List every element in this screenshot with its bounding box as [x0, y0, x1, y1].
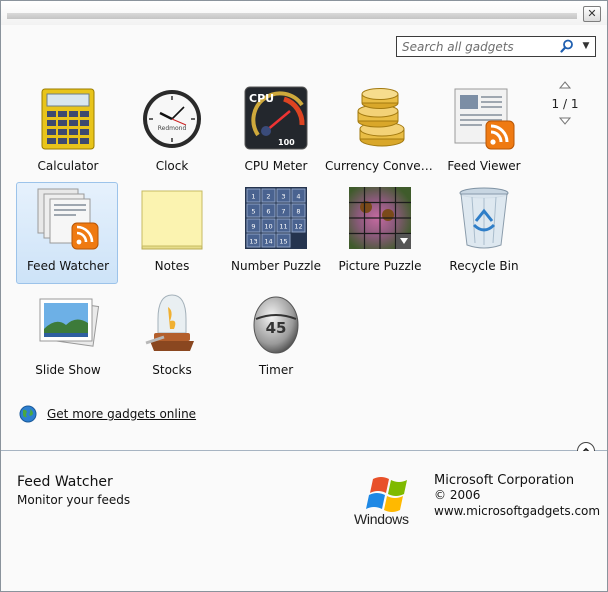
title-bar[interactable]: ✕: [1, 1, 607, 25]
gadget-label: Currency Convers...: [325, 159, 435, 173]
number-puzzle-tile: 6: [261, 203, 276, 218]
gadget-label: Notes: [154, 259, 190, 273]
search-input[interactable]: [397, 37, 558, 56]
page-up-chevron-icon[interactable]: [559, 81, 571, 89]
gadget-clock[interactable]: Redmond Clock: [120, 82, 222, 184]
close-button[interactable]: ✕: [583, 6, 601, 22]
svg-text:14: 14: [264, 238, 272, 246]
search-icon[interactable]: [560, 39, 574, 53]
gadget-details-panel: Feed Watcher Monitor your feeds Windows …: [1, 451, 607, 591]
svg-text:8: 8: [296, 208, 300, 216]
gadget-feed-viewer[interactable]: Feed Viewer: [432, 82, 534, 184]
number-puzzle-tile: 3: [276, 188, 291, 203]
gadget-label: Feed Viewer: [447, 159, 521, 173]
gadget-notes[interactable]: Notes: [120, 182, 222, 284]
svg-text:10: 10: [264, 223, 272, 231]
feed-viewer-icon: [454, 88, 515, 150]
gadget-recycle-bin[interactable]: Recycle Bin: [432, 182, 534, 284]
gadget-cpu-meter[interactable]: CPU 100 CPU Meter: [224, 82, 326, 184]
number-puzzle-tile: 2: [261, 188, 276, 203]
timer-value: 45: [266, 319, 287, 337]
gadget-label: Number Puzzle: [231, 259, 321, 273]
svg-text:4: 4: [296, 193, 300, 201]
gadget-gallery-window: ✕ ▼ 1 / 1 Calculator: [0, 0, 608, 592]
svg-text:3: 3: [281, 193, 285, 201]
gadget-label: Slide Show: [35, 363, 101, 377]
gadget-currency-converter[interactable]: Currency Convers...: [325, 82, 435, 184]
gadget-calculator[interactable]: Calculator: [16, 82, 118, 184]
number-puzzle-tile: 11: [276, 218, 291, 233]
number-puzzle-tile: 10: [261, 218, 276, 233]
gadget-number-puzzle[interactable]: 1 2 3 4 5 6 7 8 9 10 11 12 13 14 15 Number Puzzle: [224, 182, 326, 284]
gadget-publisher: Microsoft Corporation: [434, 473, 575, 488]
svg-text:15: 15: [279, 238, 287, 246]
number-puzzle-tile: 8: [291, 203, 306, 218]
gadget-website: www.microsoftgadgets.com: [434, 504, 601, 518]
svg-text:7: 7: [281, 208, 285, 216]
svg-text:5: 5: [251, 208, 255, 216]
clock-icon: Redmond: [143, 90, 201, 148]
timer-icon: 45: [253, 296, 299, 354]
svg-text:2: 2: [266, 193, 270, 201]
svg-text:11: 11: [279, 223, 287, 231]
clock-brand-text: Redmond: [158, 125, 187, 132]
cpu-meter-icon: CPU 100: [244, 86, 308, 150]
gadget-label: Timer: [258, 363, 294, 377]
gadget-label: CPU Meter: [244, 159, 308, 173]
cpu-meter-value: 100: [278, 138, 295, 147]
number-puzzle-tile: 13: [246, 233, 261, 248]
calculator-icon: [41, 88, 95, 150]
gadget-picture-puzzle[interactable]: Picture Puzzle: [328, 182, 430, 284]
svg-text:13: 13: [249, 238, 257, 246]
number-puzzle-tile: 7: [276, 203, 291, 218]
number-puzzle-icon: 1 2 3 45 6 7 89 10 11 1213 14 15: [245, 187, 307, 249]
svg-text:6: 6: [266, 208, 270, 216]
gadget-details-title: Feed Watcher: [17, 474, 113, 490]
picture-puzzle-icon: [349, 187, 411, 249]
page-down-chevron-icon[interactable]: [559, 117, 571, 125]
number-puzzle-tile: 9: [246, 218, 261, 233]
number-puzzle-tile: 12: [291, 218, 306, 233]
feed-watcher-icon: [37, 188, 99, 250]
number-puzzle-tile: 1: [246, 188, 261, 203]
svg-text:1: 1: [251, 193, 255, 201]
search-box: ▼: [396, 36, 596, 57]
number-puzzle-tile: 4: [291, 188, 306, 203]
stocks-icon: [145, 294, 194, 351]
gadget-label: Clock: [155, 159, 189, 173]
globe-icon: [19, 405, 37, 423]
currency-icon: [357, 88, 405, 147]
gadget-label: Stocks: [152, 363, 192, 377]
gadget-stocks[interactable]: Stocks: [120, 286, 222, 388]
svg-text:12: 12: [294, 223, 302, 231]
cpu-meter-text: CPU: [249, 92, 274, 105]
notes-icon: [141, 190, 203, 250]
gadget-feed-watcher[interactable]: Feed Watcher: [16, 182, 118, 284]
windows-logo-text: Windows: [354, 511, 409, 527]
number-puzzle-tile: 5: [246, 203, 261, 218]
get-more-gadgets-text[interactable]: Get more gadgets online: [47, 407, 196, 421]
gadget-details-description: Monitor your feeds: [17, 493, 131, 507]
svg-text:9: 9: [251, 223, 255, 231]
gadget-slide-show[interactable]: Slide Show: [16, 286, 118, 388]
number-puzzle-tile: 15: [276, 233, 291, 248]
number-puzzle-tile: 14: [261, 233, 276, 248]
recycle-bin-icon: [459, 187, 509, 249]
title-strip: [7, 13, 577, 19]
slide-show-icon: [39, 298, 100, 347]
gadget-label: Recycle Bin: [449, 259, 519, 273]
gadget-label: Feed Watcher: [26, 259, 110, 273]
gadget-timer[interactable]: 45 Timer: [224, 286, 326, 388]
page-navigator: 1 / 1: [547, 81, 583, 129]
gadget-copyright: © 2006: [434, 488, 481, 502]
close-icon: ✕: [587, 7, 597, 20]
search-options-chevron-down-icon[interactable]: ▼: [579, 38, 593, 54]
page-counter: 1 / 1: [551, 97, 579, 111]
gadget-label: Picture Puzzle: [338, 259, 422, 273]
gadget-label: Calculator: [37, 159, 99, 173]
